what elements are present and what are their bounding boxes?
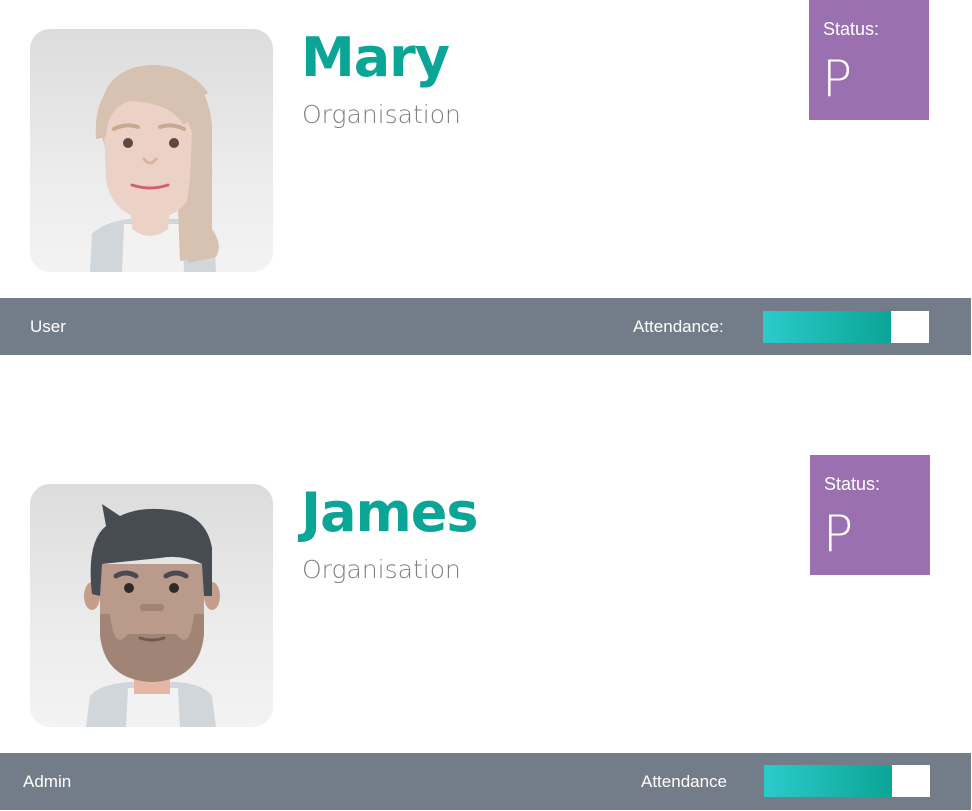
profile-card: James Organisation Status: P Admin Atten…: [0, 455, 972, 811]
woman-avatar-icon: [30, 29, 273, 272]
profile-card: Mary Organisation Status: P User Attenda…: [0, 0, 972, 356]
status-tile: Status: P: [809, 0, 929, 120]
attendance-label: Attendance:: [633, 317, 724, 336]
status-value: P: [822, 50, 853, 108]
organisation-label: Organisation: [302, 100, 461, 129]
attendance-progress-bar: [764, 765, 930, 797]
role-label: Admin: [23, 772, 72, 791]
status-label: Status:: [823, 19, 880, 39]
status-label: Status:: [824, 474, 881, 494]
attendance-progress-bar: [763, 311, 929, 343]
man-avatar-icon: [30, 484, 273, 727]
status-value: P: [823, 505, 854, 563]
attendance-label: Attendance: [641, 772, 728, 791]
profile-footer-bar: User Attendance:: [0, 298, 971, 355]
organisation-label: Organisation: [302, 555, 461, 584]
attendance-progress-fill: [763, 311, 891, 343]
status-tile: Status: P: [810, 455, 930, 575]
attendance-progress-fill: [764, 765, 892, 797]
role-label: User: [30, 317, 66, 336]
profile-name: Mary: [301, 26, 450, 89]
profile-footer-bar: Admin Attendance: [0, 753, 971, 810]
profile-name: James: [301, 481, 479, 544]
